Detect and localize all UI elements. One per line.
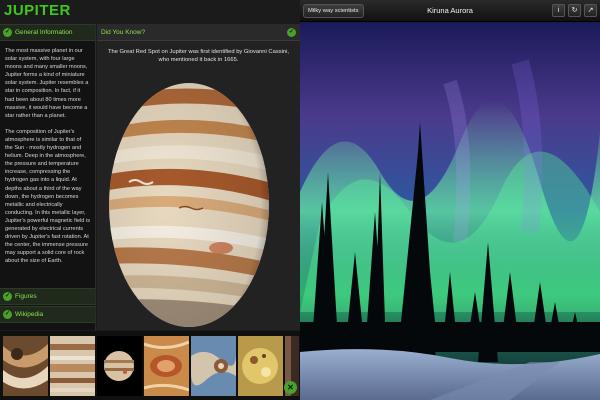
did-you-know-label: Did You Know? (101, 28, 146, 36)
info-icon[interactable]: i (552, 4, 565, 17)
app-title: JUPITER (4, 2, 71, 19)
general-information-header[interactable]: ✓ General Information (0, 24, 95, 41)
check-icon: ✓ (3, 28, 12, 37)
thumbnail[interactable] (238, 335, 283, 396)
photo-viewer: Milky way scientists Kiruna Aurora i ↻ ↗ (300, 0, 600, 400)
share-icon[interactable]: ↗ (584, 4, 597, 17)
thumbnail[interactable] (3, 335, 48, 396)
sidebar: ✓ General Information The most massive p… (0, 24, 96, 330)
check-icon: ✓ (3, 310, 12, 319)
thumbnail-strip: ✕ (0, 331, 300, 400)
jupiter-app: JUPITER ✓ General Information The most m… (0, 0, 300, 400)
info-paragraph: The composition of Jupiter's atmosphere … (5, 128, 91, 265)
thumbnail[interactable] (191, 335, 236, 396)
main-area: Did You Know? ✓ The Great Red Spot on Ju… (97, 24, 300, 330)
did-you-know-text: The Great Red Spot on Jupiter was first … (107, 49, 290, 63)
check-icon: ✓ (3, 292, 12, 301)
back-button[interactable]: Milky way scientists (303, 3, 364, 18)
toolbar-icons: i ↻ ↗ (552, 4, 597, 17)
did-you-know-header[interactable]: Did You Know? ✓ (97, 24, 300, 41)
wikipedia-header[interactable]: ✓ Wikipedia (0, 306, 95, 323)
thumbnail[interactable] (144, 335, 189, 396)
wikipedia-label: Wikipedia (15, 311, 44, 318)
check-icon: ✓ (287, 27, 296, 37)
aurora-photo[interactable] (300, 22, 600, 400)
info-paragraph: The most massive planet in our solar sys… (5, 48, 89, 119)
photo-toolbar: Milky way scientists Kiruna Aurora i ↻ ↗ (300, 0, 600, 22)
figures-header[interactable]: ✓ Figures (0, 288, 95, 305)
thumbnail[interactable] (97, 335, 142, 396)
thumbnail[interactable] (50, 335, 95, 396)
jupiter-image[interactable] (109, 80, 275, 330)
refresh-icon[interactable]: ↻ (568, 4, 581, 17)
general-information-label: General Information (15, 29, 73, 36)
x-close-icon[interactable]: ✕ (284, 381, 297, 394)
general-information-text: The most massive planet in our solar sys… (0, 41, 95, 303)
figures-label: Figures (15, 293, 37, 300)
